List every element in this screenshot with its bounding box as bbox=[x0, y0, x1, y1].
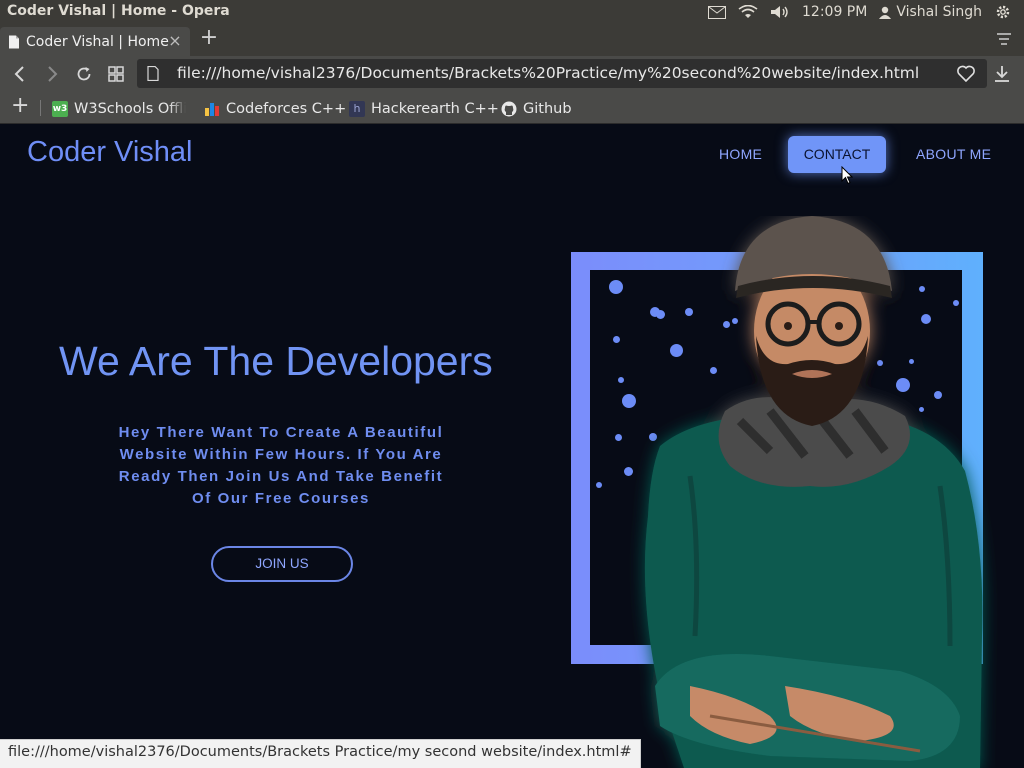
developer-photo bbox=[644, 216, 983, 768]
site-logo[interactable]: Coder Vishal bbox=[27, 136, 193, 169]
tab-menu-icon[interactable] bbox=[996, 31, 1012, 47]
tab-strip: Coder Vishal | Home × bbox=[0, 24, 1024, 56]
web-page: Coder Vishal HOME CONTACT ABOUT ME We Ar… bbox=[0, 124, 1024, 768]
tab-active[interactable]: Coder Vishal | Home × bbox=[0, 27, 190, 56]
clock[interactable]: 12:09 PM bbox=[796, 0, 873, 24]
bookmark-github[interactable]: Github bbox=[501, 99, 572, 119]
heart-icon[interactable] bbox=[957, 65, 975, 82]
github-icon bbox=[501, 101, 517, 117]
bookmarks-separator bbox=[40, 100, 41, 116]
wifi-icon[interactable] bbox=[732, 0, 764, 24]
reload-icon[interactable] bbox=[73, 64, 95, 84]
bookmark-w3schools[interactable]: w3 W3Schools Offli bbox=[52, 99, 186, 119]
address-bar-url[interactable]: file:///home/vishal2376/Documents/Bracke… bbox=[177, 64, 919, 82]
user-menu[interactable]: Vishal Singh bbox=[873, 0, 988, 24]
bookmark-label: Hackerearth C++ bbox=[371, 101, 499, 117]
bookmark-label: Codeforces C++ bbox=[226, 101, 347, 117]
w3schools-icon: w3 bbox=[52, 101, 68, 117]
back-icon[interactable] bbox=[9, 64, 31, 84]
file-icon bbox=[147, 66, 159, 81]
bookmark-hackerearth[interactable]: h Hackerearth C++ bbox=[349, 99, 499, 119]
tab-close-button[interactable]: × bbox=[166, 32, 184, 50]
bookmark-codeforces[interactable]: Codeforces C++ bbox=[204, 99, 346, 119]
codeforces-icon bbox=[205, 103, 219, 116]
mail-icon[interactable] bbox=[702, 0, 732, 24]
page-icon bbox=[9, 35, 19, 48]
speed-dial-icon[interactable] bbox=[105, 64, 127, 84]
user-name: Vishal Singh bbox=[896, 4, 982, 20]
volume-icon[interactable] bbox=[764, 0, 796, 24]
system-tray: 12:09 PM Vishal Singh bbox=[702, 0, 1018, 24]
settings-gear-icon[interactable] bbox=[988, 0, 1018, 24]
nav-about-link[interactable]: ABOUT ME bbox=[916, 146, 991, 162]
window-title: Coder Vishal | Home - Opera bbox=[7, 3, 230, 19]
mouse-cursor-icon bbox=[841, 166, 853, 185]
hero-title: We Are The Developers bbox=[59, 338, 493, 384]
tab-title: Coder Vishal | Home bbox=[26, 33, 169, 50]
user-icon bbox=[879, 6, 892, 19]
new-tab-button[interactable]: + bbox=[198, 27, 220, 50]
status-bar: file:///home/vishal2376/Documents/Bracke… bbox=[0, 739, 641, 768]
download-icon[interactable] bbox=[994, 65, 1010, 83]
hackerearth-icon: h bbox=[349, 101, 365, 117]
decor-dot bbox=[596, 482, 602, 488]
nav-contact-button[interactable]: CONTACT bbox=[788, 136, 886, 173]
bookmark-label: W3Schools Offli bbox=[74, 101, 186, 117]
forward-icon[interactable] bbox=[41, 64, 63, 84]
nav-home-link[interactable]: HOME bbox=[719, 146, 762, 162]
hero-description: Hey There Want To Create A Beautiful Web… bbox=[118, 424, 444, 507]
add-bookmark-icon[interactable]: + bbox=[11, 95, 29, 117]
join-us-button[interactable]: JOIN US bbox=[211, 546, 353, 582]
decor-dot bbox=[613, 336, 620, 343]
os-top-bar: Coder Vishal | Home - Opera 12:09 PM Vis… bbox=[0, 0, 1024, 24]
bookmark-label: Github bbox=[523, 101, 572, 117]
